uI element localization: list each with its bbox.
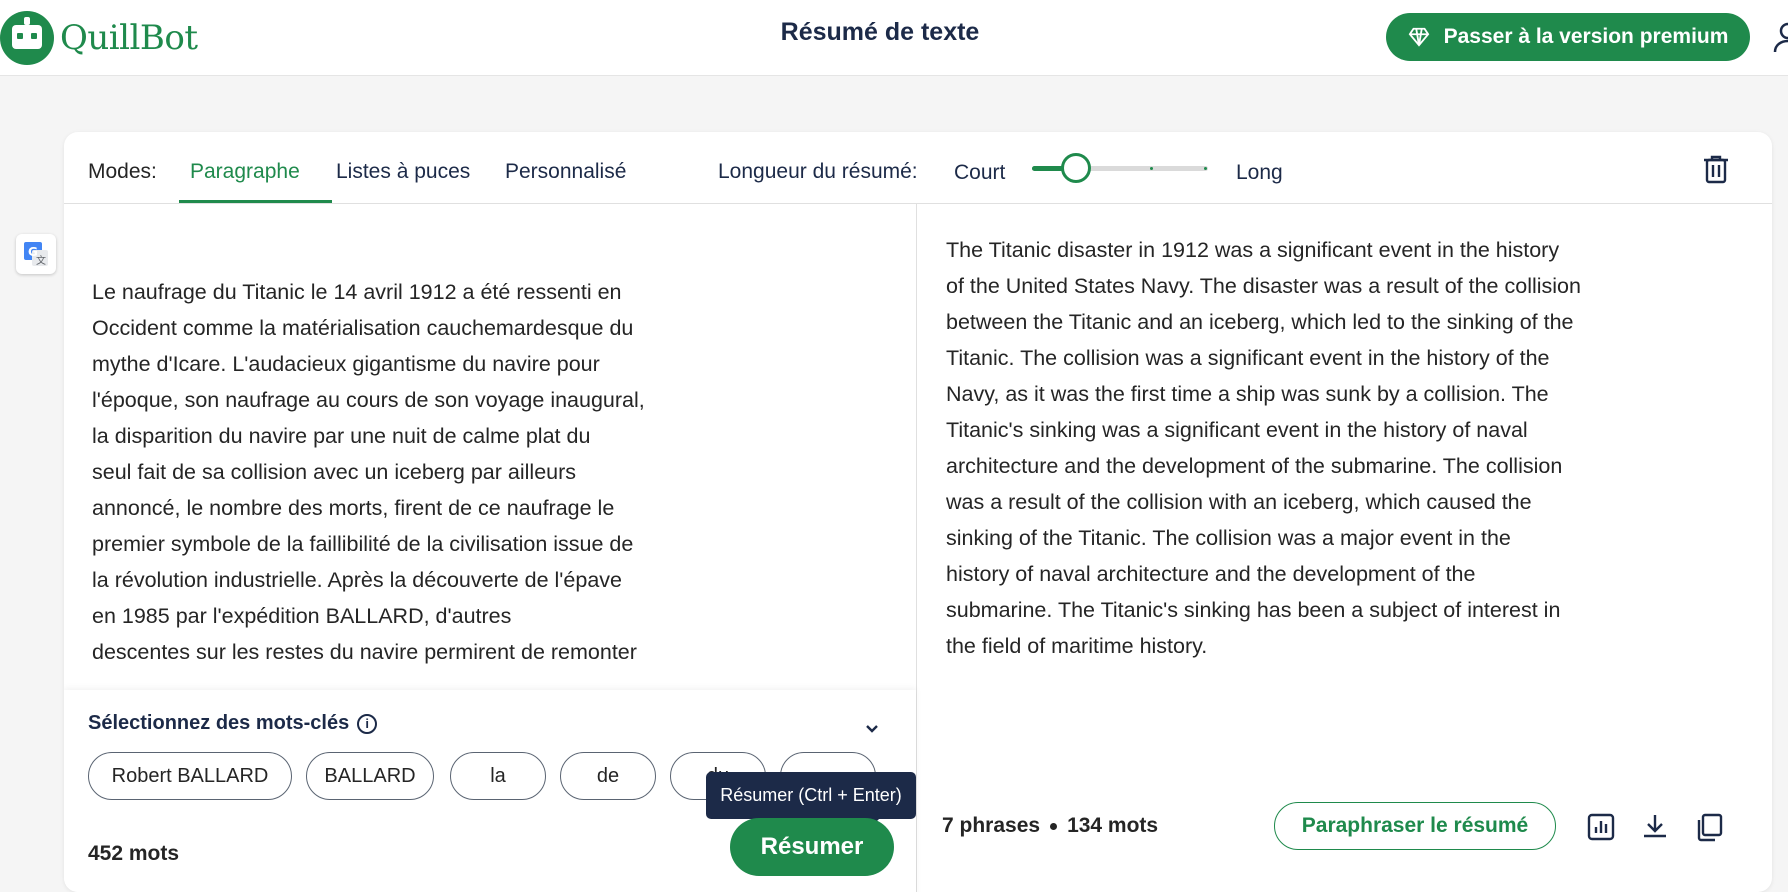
copy-icon[interactable] <box>1694 812 1724 842</box>
download-icon[interactable] <box>1640 812 1670 842</box>
sentence-count: 7 phrases <box>942 814 1041 837</box>
keywords-header[interactable]: Sélectionnez des mots-clés i <box>88 712 378 735</box>
modes-label: Modes: <box>88 160 157 183</box>
keyword-chip[interactable]: BALLARD <box>306 752 434 800</box>
slider-step-dot <box>1032 167 1035 170</box>
slider-thumb[interactable] <box>1061 153 1091 183</box>
mode-toolbar: Modes: Paragraphe Listes à puces Personn… <box>64 132 1772 204</box>
top-bar: QuillBot Résumé de texte Passer à la ver… <box>0 0 1788 76</box>
bar-chart-icon[interactable] <box>1586 812 1616 842</box>
paraphrase-summary-button[interactable]: Paraphraser le résumé <box>1274 802 1556 850</box>
user-icon[interactable] <box>1772 20 1788 54</box>
summary-word-count: 134 mots <box>1067 814 1159 837</box>
active-tab-indicator <box>179 200 332 203</box>
summary-output: The Titanic disaster in 1912 was a signi… <box>946 238 1581 658</box>
trash-icon[interactable] <box>1702 154 1730 184</box>
keywords-panel: Sélectionnez des mots-clés i Robert BALL… <box>64 690 916 892</box>
keyword-chip[interactable]: de <box>560 752 656 800</box>
upgrade-premium-label: Passer à la version premium <box>1443 25 1729 48</box>
slider-step-dot <box>1150 167 1153 170</box>
panel-divider <box>916 204 917 892</box>
summarize-tooltip: Résumer (Ctrl + Enter) <box>706 772 916 819</box>
summary-length-slider[interactable] <box>1032 153 1208 183</box>
keyword-chip[interactable]: la <box>450 752 546 800</box>
input-word-count: 452 mots <box>88 842 180 865</box>
chevron-down-icon[interactable] <box>864 720 880 736</box>
summarizer-card: Modes: Paragraphe Listes à puces Personn… <box>64 132 1772 892</box>
keywords-title: Sélectionnez des mots-clés <box>88 712 350 734</box>
tab-paragraphe[interactable]: Paragraphe <box>190 160 300 184</box>
separator-dot <box>1050 822 1058 830</box>
summary-stats: 7 phrases 134 mots <box>942 814 1158 838</box>
summarize-button[interactable]: Résumer <box>730 818 894 876</box>
google-translate-icon[interactable]: G文 <box>16 234 56 274</box>
summary-length-label: Longueur du résumé: <box>718 160 918 183</box>
length-max-label: Long <box>1236 161 1283 184</box>
diamond-icon <box>1408 27 1429 47</box>
input-text-area[interactable]: Le naufrage du Titanic le 14 avril 1912 … <box>92 274 742 674</box>
tab-listes-a-puces[interactable]: Listes à puces <box>336 160 470 184</box>
tab-personnalise[interactable]: Personnalisé <box>505 160 626 184</box>
svg-text:文: 文 <box>36 254 46 267</box>
keyword-chip[interactable]: Robert BALLARD <box>88 752 292 800</box>
length-min-label: Court <box>954 161 1006 184</box>
info-icon[interactable]: i <box>357 713 378 734</box>
upgrade-premium-button[interactable]: Passer à la version premium <box>1386 13 1750 61</box>
slider-step-dot <box>1204 167 1207 170</box>
